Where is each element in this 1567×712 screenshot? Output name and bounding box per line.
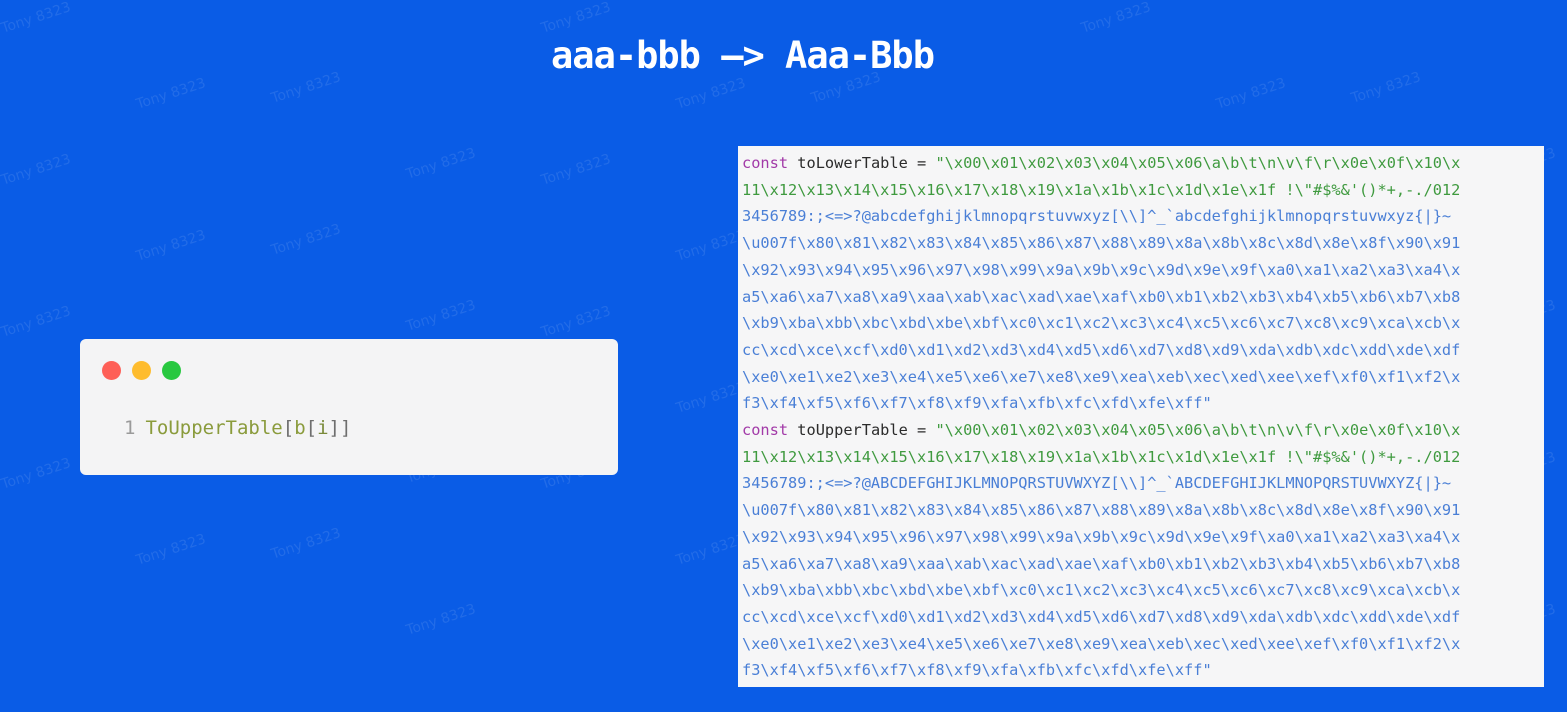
watermark-text: Tony 8323 <box>134 227 208 265</box>
variable-name: toUpperTable <box>797 421 908 440</box>
lower-code-line: f3\xf4\xf5\xf6\xf7\xf8\xf9\xfa\xfb\xfc\x… <box>742 390 1544 417</box>
string-literal: \xe0\xe1\xe2\xe3\xe4\xe5\xe6\xe7\xe8\xe9… <box>742 367 1461 386</box>
variable-name: toLowerTable <box>797 154 908 172</box>
string-literal: cc\xcd\xce\xcf\xd0\xd1\xd2\xd3\xd4\xd5\x… <box>742 340 1461 359</box>
line-number: 1 <box>124 417 136 439</box>
string-literal: a5\xa6\xa7\xa8\xa9\xaa\xab\xac\xad\xae\x… <box>742 554 1461 573</box>
string-literal: 3456789:;<=>?@ABCDEFGHIJKLMNOPQRSTUVWXYZ… <box>742 474 1452 493</box>
upper-table-block: const toUpperTable = "\x00\x01\x02\x03\x… <box>742 417 1544 684</box>
string-literal: \x92\x93\x94\x95\x96\x97\x98\x99\x9a\x9b… <box>742 527 1461 546</box>
lower-code-line: \u007f\x80\x81\x82\x83\x84\x85\x86\x87\x… <box>742 230 1544 257</box>
lower-code-line: 3456789:;<=>?@abcdefghijklmnopqrstuvwxyz… <box>742 203 1544 230</box>
lower-code-line: a5\xa6\xa7\xa8\xa9\xaa\xab\xac\xad\xae\x… <box>742 284 1544 311</box>
maximize-dot-icon <box>162 361 181 380</box>
upper-code-line: \u007f\x80\x81\x82\x83\x84\x85\x86\x87\x… <box>742 497 1544 524</box>
lower-code-line: const toLowerTable = "\x00\x01\x02\x03\x… <box>742 150 1544 177</box>
string-literal: cc\xcd\xce\xcf\xd0\xd1\xd2\xd3\xd4\xd5\x… <box>742 607 1461 626</box>
keyword-const: const <box>742 421 789 440</box>
keyword-const: const <box>742 154 789 172</box>
string-literal: f3\xf4\xf5\xf6\xf7\xf8\xf9\xfa\xfb\xfc\x… <box>742 661 1212 680</box>
string-literal: \u007f\x80\x81\x82\x83\x84\x85\x86\x87\x… <box>742 501 1461 520</box>
upper-code-line: \x92\x93\x94\x95\x96\x97\x98\x99\x9a\x9b… <box>742 524 1544 551</box>
string-literal: 11\x12\x13\x14\x15\x16\x17\x18\x19\x1a\x… <box>742 447 1461 466</box>
string-literal: \xb9\xba\xbb\xbc\xbd\xbe\xbf\xc0\xc1\xc2… <box>742 314 1461 333</box>
string-literal: 11\x12\x13\x14\x15\x16\x17\x18\x19\x1a\x… <box>742 180 1461 199</box>
watermark-text: Tony 8323 <box>404 601 478 639</box>
token-bracket-close: ]] <box>328 417 352 439</box>
watermark-text: Tony 8323 <box>539 303 613 341</box>
token-bracket-open-2: [ <box>305 417 318 439</box>
assign-operator: = <box>907 154 936 172</box>
lower-code-line: 11\x12\x13\x14\x15\x16\x17\x18\x19\x1a\x… <box>742 177 1544 204</box>
close-dot-icon <box>102 361 121 380</box>
assign-operator: = <box>907 421 936 440</box>
lower-code-line: \xb9\xba\xbb\xbc\xbd\xbe\xbf\xc0\xc1\xc2… <box>742 310 1544 337</box>
watermark-text: Tony 8323 <box>0 0 73 37</box>
watermark-text: Tony 8323 <box>269 525 343 563</box>
watermark-text: Tony 8323 <box>1214 75 1288 113</box>
upper-code-line: cc\xcd\xce\xcf\xd0\xd1\xd2\xd3\xd4\xd5\x… <box>742 604 1544 631</box>
watermark-text: Tony 8323 <box>674 75 748 113</box>
string-literal: "\x00\x01\x02\x03\x04\x05\x06\a\b\t\n\v\… <box>935 421 1461 440</box>
lower-code-line: \xe0\xe1\xe2\xe3\xe4\xe5\xe6\xe7\xe8\xe9… <box>742 364 1544 391</box>
token-var: b <box>294 417 306 439</box>
code-panel: const toLowerTable = "\x00\x01\x02\x03\x… <box>738 146 1544 687</box>
watermark-text: Tony 8323 <box>404 145 478 183</box>
upper-code-line: \xb9\xba\xbb\xbc\xbd\xbe\xbf\xc0\xc1\xc2… <box>742 577 1544 604</box>
string-literal: \x92\x93\x94\x95\x96\x97\x98\x99\x9a\x9b… <box>742 260 1461 279</box>
slide-title: aaa-bbb —> Aaa-Bbb <box>551 34 935 77</box>
watermark-text: Tony 8323 <box>269 221 343 259</box>
upper-code-line: a5\xa6\xa7\xa8\xa9\xaa\xab\xac\xad\xae\x… <box>742 551 1544 578</box>
upper-code-line: 11\x12\x13\x14\x15\x16\x17\x18\x19\x1a\x… <box>742 444 1544 471</box>
watermark-text: Tony 8323 <box>674 379 748 417</box>
token-bracket-open: [ <box>282 417 295 439</box>
watermark-text: Tony 8323 <box>1079 0 1153 37</box>
watermark-text: Tony 8323 <box>539 151 613 189</box>
string-literal: \xe0\xe1\xe2\xe3\xe4\xe5\xe6\xe7\xe8\xe9… <box>742 634 1461 653</box>
string-literal: "\x00\x01\x02\x03\x04\x05\x06\a\b\t\n\v\… <box>935 154 1461 172</box>
upper-code-line: \xe0\xe1\xe2\xe3\xe4\xe5\xe6\xe7\xe8\xe9… <box>742 631 1544 658</box>
token-identifier: ToUpperTable <box>145 417 283 439</box>
watermark-text: Tony 8323 <box>0 303 73 341</box>
code-snippet-window: 1 ToUpperTable[b[i]] <box>80 339 618 475</box>
minimize-dot-icon <box>132 361 151 380</box>
code-line-1: 1 ToUpperTable[b[i]] <box>124 417 351 439</box>
token-index: i <box>317 417 329 439</box>
string-literal: a5\xa6\xa7\xa8\xa9\xaa\xab\xac\xad\xae\x… <box>742 287 1461 306</box>
lower-table-block: const toLowerTable = "\x00\x01\x02\x03\x… <box>742 150 1544 417</box>
lower-code-line: cc\xcd\xce\xcf\xd0\xd1\xd2\xd3\xd4\xd5\x… <box>742 337 1544 364</box>
watermark-text: Tony 8323 <box>134 531 208 569</box>
watermark-text: Tony 8323 <box>674 227 748 265</box>
upper-code-line: 3456789:;<=>?@ABCDEFGHIJKLMNOPQRSTUVWXYZ… <box>742 470 1544 497</box>
watermark-text: Tony 8323 <box>674 531 748 569</box>
string-literal: 3456789:;<=>?@abcdefghijklmnopqrstuvwxyz… <box>742 207 1452 226</box>
string-literal: f3\xf4\xf5\xf6\xf7\xf8\xf9\xfa\xfb\xfc\x… <box>742 394 1212 413</box>
watermark-text: Tony 8323 <box>0 455 73 493</box>
watermark-text: Tony 8323 <box>134 75 208 113</box>
string-literal: \xb9\xba\xbb\xbc\xbd\xbe\xbf\xc0\xc1\xc2… <box>742 581 1461 600</box>
string-literal: \u007f\x80\x81\x82\x83\x84\x85\x86\x87\x… <box>742 234 1461 253</box>
lower-code-line: \x92\x93\x94\x95\x96\x97\x98\x99\x9a\x9b… <box>742 257 1544 284</box>
watermark-text: Tony 8323 <box>539 0 613 37</box>
watermark-text: Tony 8323 <box>0 151 73 189</box>
watermark-text: Tony 8323 <box>404 297 478 335</box>
window-controls <box>102 361 181 380</box>
upper-code-line: const toUpperTable = "\x00\x01\x02\x03\x… <box>742 417 1544 444</box>
upper-code-line: f3\xf4\xf5\xf6\xf7\xf8\xf9\xfa\xfb\xfc\x… <box>742 657 1544 684</box>
